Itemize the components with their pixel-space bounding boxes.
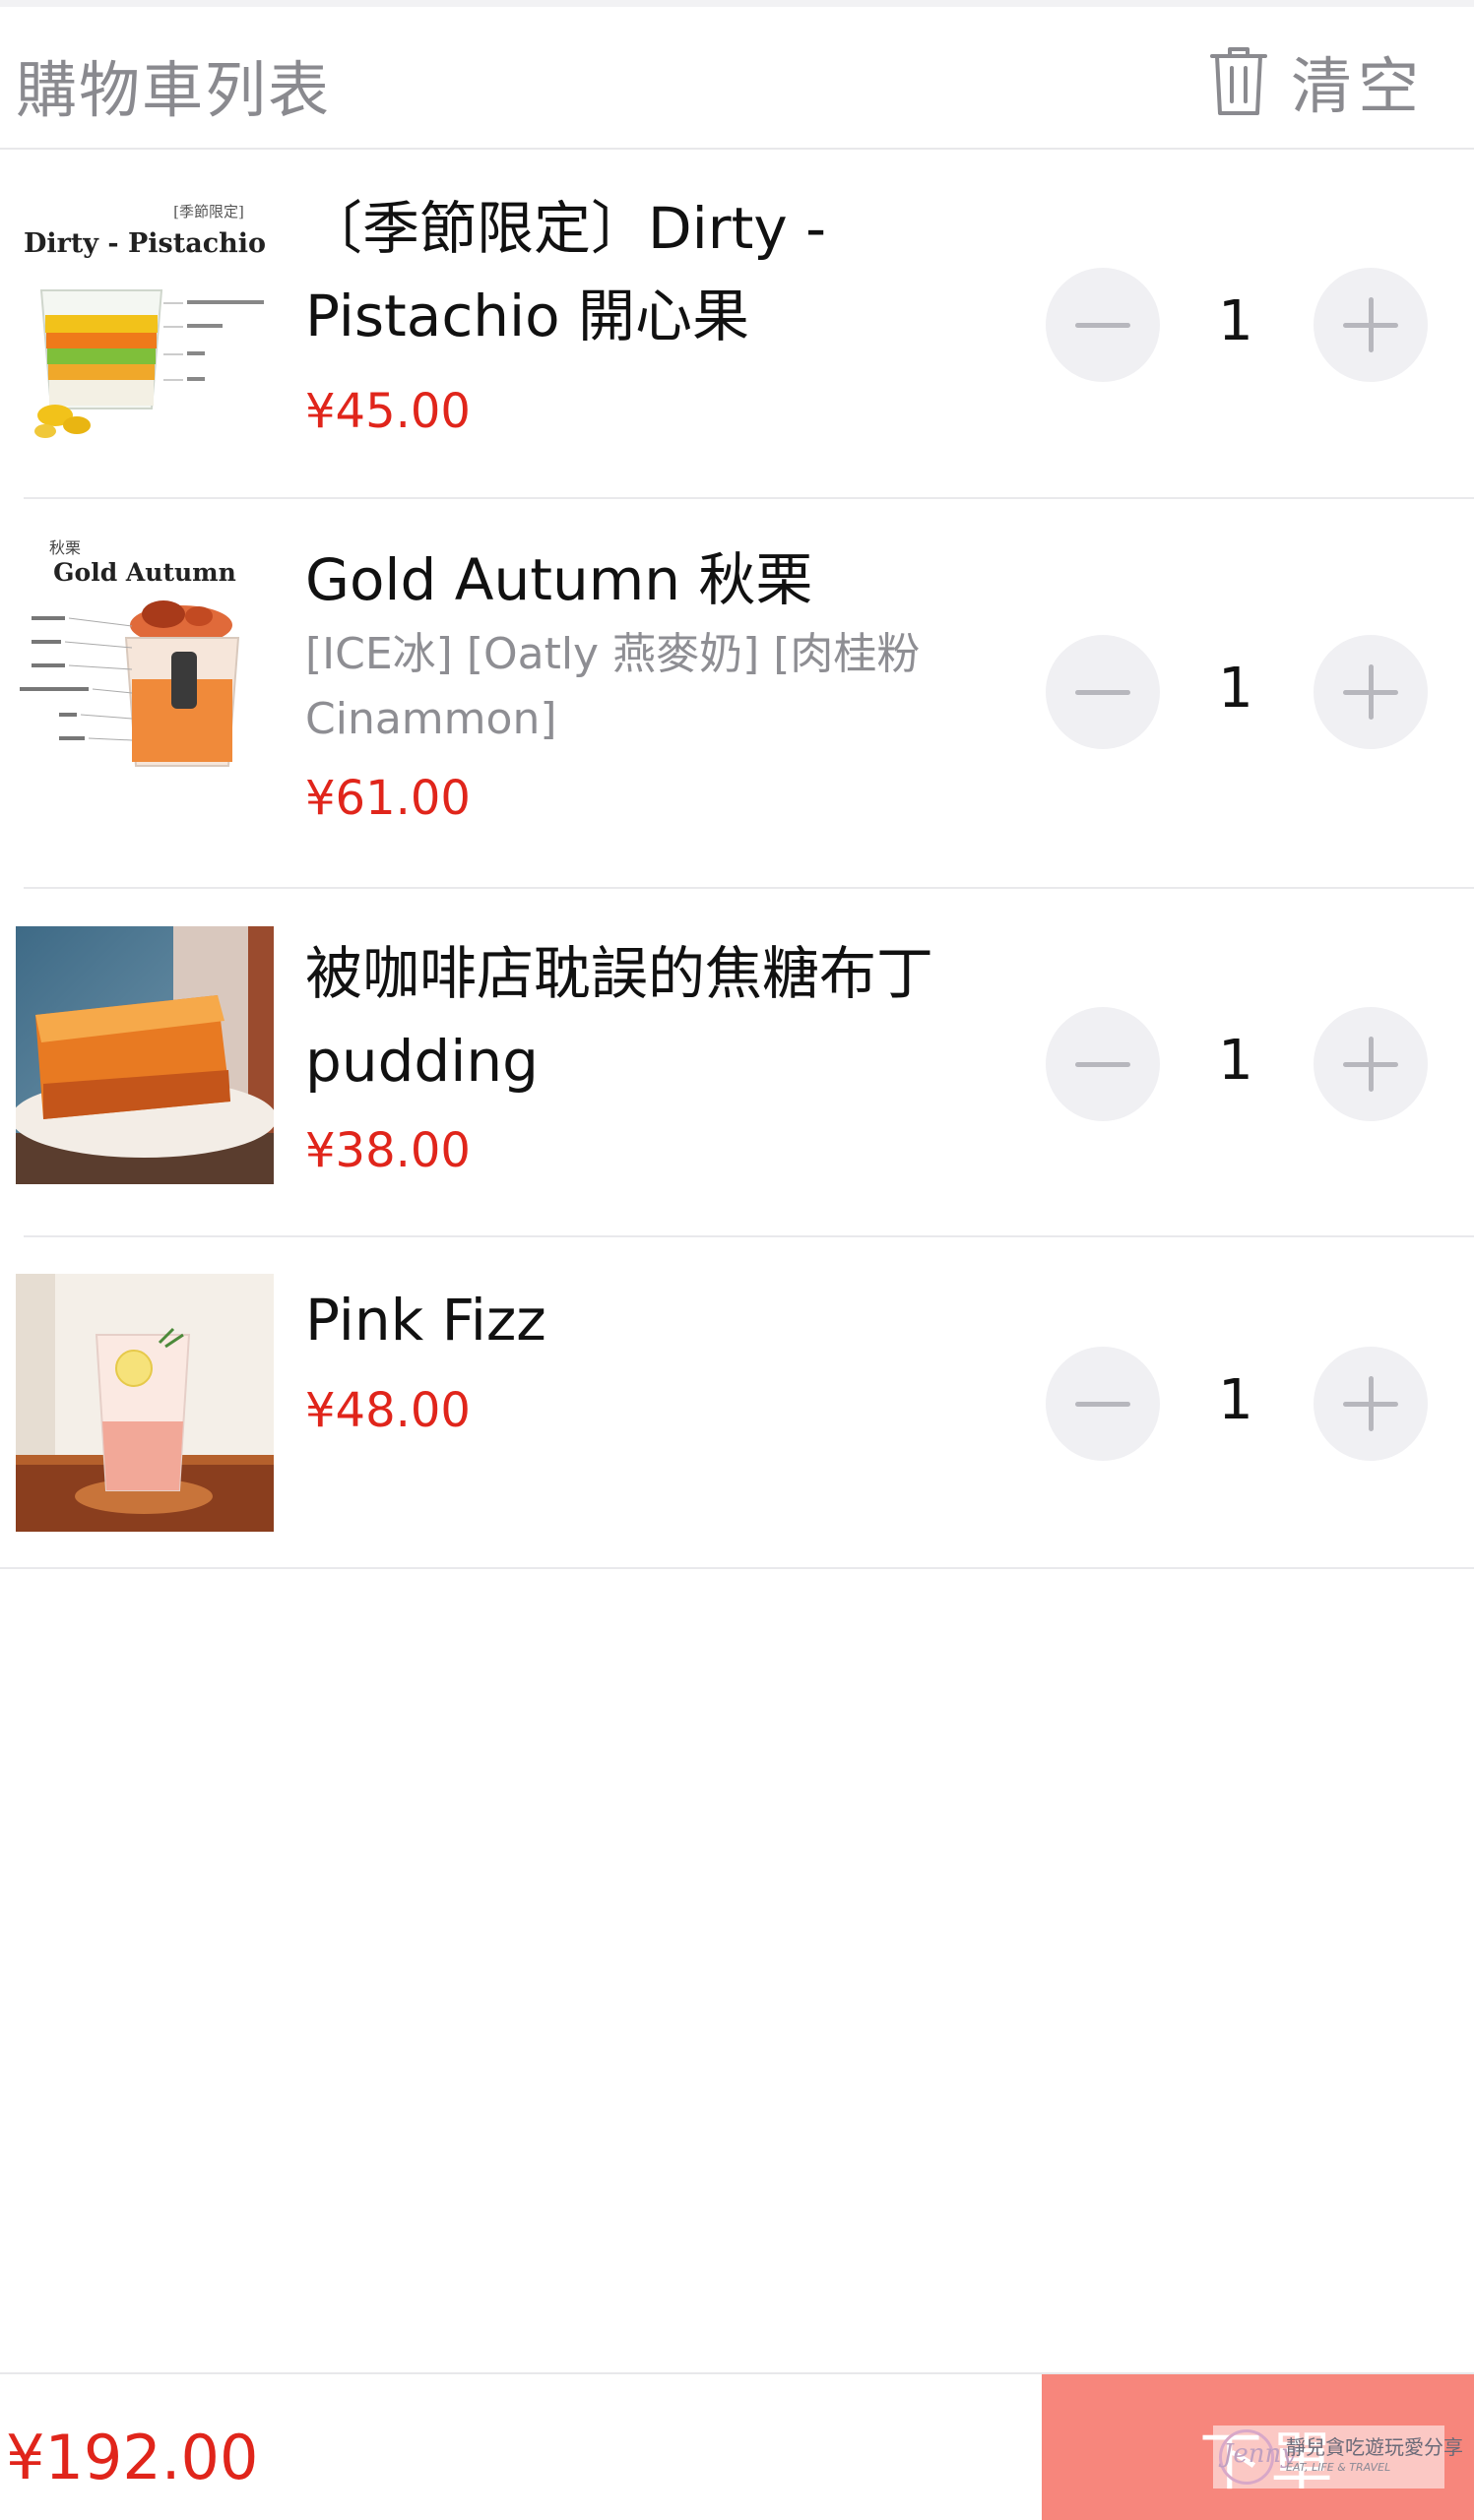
item-name: Pink Fizz	[305, 1287, 546, 1354]
item-price: ¥61.00	[305, 771, 471, 826]
pistachio-drink-image: [季節限定] Dirty - Pistachio	[16, 197, 274, 455]
thumb-caption-1: [季節限定]	[173, 203, 244, 220]
increase-qty-button[interactable]	[1314, 268, 1428, 382]
cart-item: 秋栗 Gold Autumn Gold Autumn 秋栗 [ICE冰] [Oa…	[0, 499, 1474, 889]
item-name: Gold Autumn 秋栗	[305, 546, 813, 613]
increase-qty-button[interactable]	[1314, 635, 1428, 749]
item-price: ¥38.00	[305, 1123, 471, 1178]
status-strip	[0, 0, 1474, 7]
cart-item: Pink Fizz ¥48.00 1	[0, 1237, 1474, 1569]
cart-title: 購物車列表	[16, 54, 332, 126]
product-thumbnail[interactable]	[16, 1274, 274, 1532]
watermark-subtext: EAT, LIFE & TRAVEL	[1286, 2461, 1391, 2474]
cart-item: 被咖啡店耽誤的焦糖布丁 pudding ¥38.00 1	[0, 889, 1474, 1237]
thumb-caption-2: 秋栗	[49, 538, 81, 557]
product-thumbnail[interactable]	[16, 926, 274, 1184]
decrease-qty-button[interactable]	[1046, 635, 1160, 749]
qty-value: 1	[1218, 1029, 1253, 1093]
thumb-title-1: Dirty - Pistachio	[24, 228, 266, 259]
row-divider	[0, 1567, 1474, 1569]
watermark-text: 靜兒貪吃遊玩愛分享	[1286, 2435, 1463, 2459]
gold-autumn-drink-image: 秋栗 Gold Autumn	[16, 532, 274, 789]
watermark-script: Jenny	[1223, 2439, 1296, 2469]
cart-item: [季節限定] Dirty - Pistachio 〔季節限定〕Dirty - P…	[0, 150, 1474, 499]
clear-label: 清空	[1290, 50, 1425, 122]
minus-icon	[1075, 1402, 1130, 1407]
pudding-image	[16, 926, 274, 1184]
trash-icon	[1209, 47, 1267, 115]
minus-icon	[1075, 323, 1130, 328]
minus-icon	[1075, 1062, 1130, 1067]
increase-qty-button[interactable]	[1314, 1007, 1428, 1121]
item-options: [ICE冰] [Oatly 燕麥奶] [肉桂粉 Cinammon]	[305, 629, 921, 744]
item-price: ¥45.00	[305, 384, 471, 439]
qty-value: 1	[1218, 657, 1253, 721]
thumb-title-2: Gold Autumn	[53, 558, 236, 587]
product-thumbnail[interactable]: 秋栗 Gold Autumn	[16, 532, 274, 789]
item-name: 被咖啡店耽誤的焦糖布丁 pudding	[305, 940, 934, 1095]
product-thumbnail[interactable]: [季節限定] Dirty - Pistachio	[16, 197, 274, 455]
pink-fizz-image	[16, 1274, 274, 1532]
item-name: 〔季節限定〕Dirty - Pistachio 開心果	[305, 195, 827, 349]
watermark: Jenny 靜兒貪吃遊玩愛分享 EAT, LIFE & TRAVEL	[1213, 2426, 1463, 2488]
item-price: ¥48.00	[305, 1383, 471, 1438]
decrease-qty-button[interactable]	[1046, 1347, 1160, 1461]
qty-value: 1	[1218, 289, 1253, 353]
minus-icon	[1075, 690, 1130, 695]
total-price: ¥192.00	[6, 2422, 259, 2493]
decrease-qty-button[interactable]	[1046, 1007, 1160, 1121]
clear-cart-button[interactable]: 清空	[1208, 36, 1425, 125]
qty-value: 1	[1218, 1368, 1253, 1432]
increase-qty-button[interactable]	[1314, 1347, 1428, 1461]
decrease-qty-button[interactable]	[1046, 268, 1160, 382]
cart-header: 購物車列表 清空	[0, 7, 1474, 150]
